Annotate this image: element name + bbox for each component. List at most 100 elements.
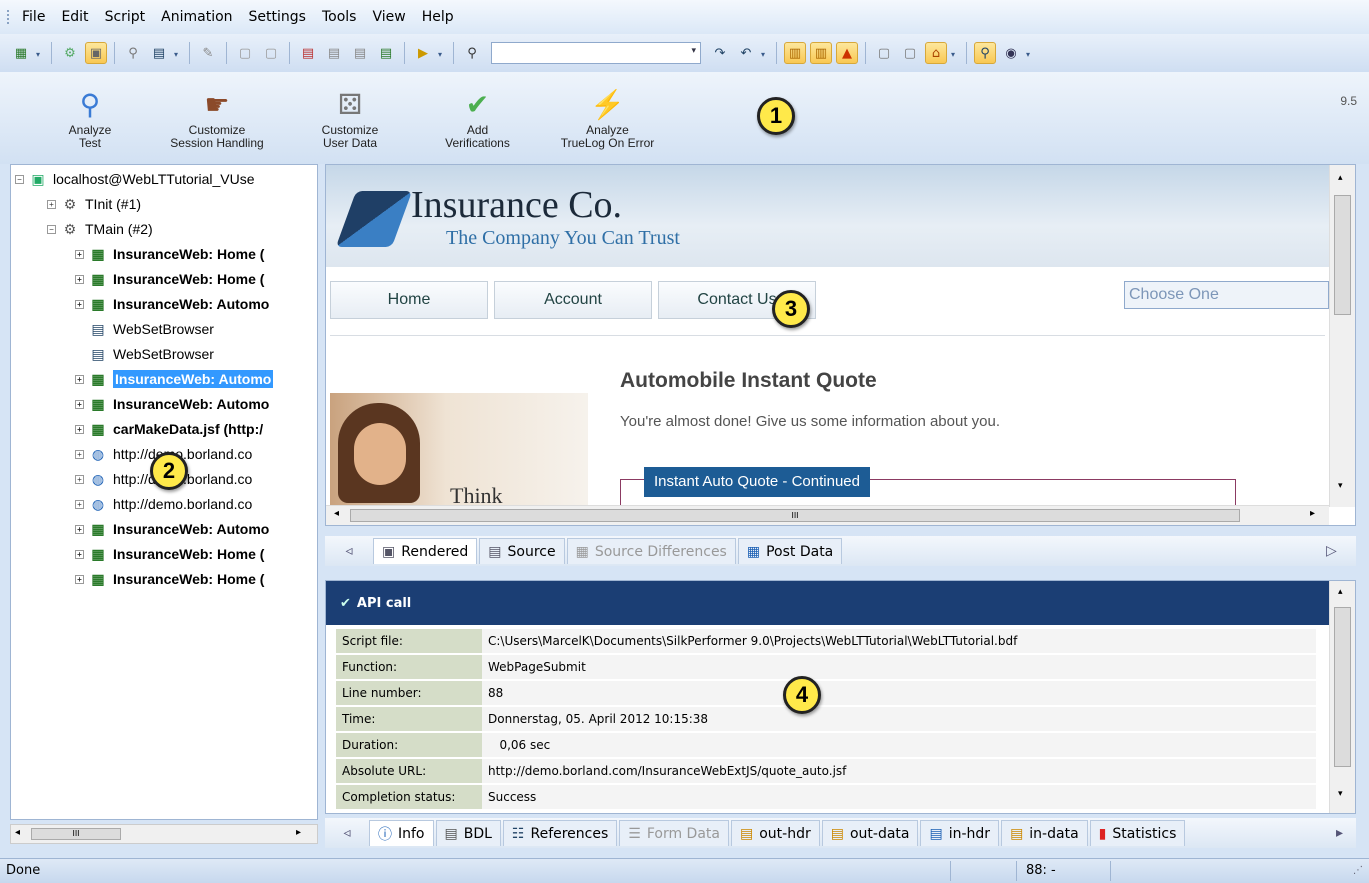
tab-form-data[interactable]: ☰ Form Data: [619, 820, 729, 846]
scroll-left-icon[interactable]: ◂: [334, 508, 339, 519]
play-icon[interactable]: ▶: [412, 42, 434, 64]
page-edit-icon[interactable]: ▢: [260, 42, 282, 64]
browser-hscroll-thumb[interactable]: III: [350, 509, 1240, 522]
tree-node[interactable]: + ▦ InsuranceWeb: Automo: [75, 292, 269, 316]
sheet2-icon[interactable]: ▤: [323, 42, 345, 64]
tab-post-data[interactable]: ▦ Post Data: [737, 538, 843, 564]
tab-source[interactable]: ▤ Source: [479, 538, 565, 564]
menu-help[interactable]: Help: [422, 9, 454, 25]
view-tree-icon[interactable]: ▥: [810, 42, 832, 64]
choose-one-select[interactable]: Choose One: [1124, 281, 1329, 309]
dropdown-arrow-icon[interactable]: ▾: [1026, 47, 1034, 59]
users-icon[interactable]: ⚙: [59, 42, 81, 64]
monitor-icon[interactable]: ▤: [148, 42, 170, 64]
record-icon[interactable]: ▣: [85, 42, 107, 64]
tab-scroll-left-icon[interactable]: ◃: [325, 543, 373, 559]
find-icon[interactable]: ⚲: [461, 42, 483, 64]
expand-icon[interactable]: +: [75, 399, 84, 409]
dropdown-arrow-icon[interactable]: ▾: [761, 47, 769, 59]
browser-horizontal-scrollbar[interactable]: ◂ III ▸: [326, 505, 1329, 525]
info-vscroll-thumb[interactable]: [1334, 607, 1351, 767]
scroll-up-icon[interactable]: ▴: [1338, 587, 1343, 597]
find-next-icon[interactable]: ↷: [709, 42, 731, 64]
customize-userdata-button[interactable]: ⚄ Customize User Data: [305, 84, 395, 150]
tree-node[interactable]: + ▦ InsuranceWeb: Automo: [75, 392, 269, 416]
scroll-up-icon[interactable]: ▴: [1338, 173, 1343, 183]
menu-animation[interactable]: Animation: [161, 9, 232, 25]
expand-icon[interactable]: +: [75, 299, 84, 309]
sheet-icon[interactable]: ▤: [297, 42, 319, 64]
search-combobox[interactable]: ▾: [491, 42, 701, 64]
tab-scroll-right-icon[interactable]: ▷: [1326, 543, 1356, 559]
info-vertical-scrollbar[interactable]: ▴ ▾: [1329, 581, 1355, 813]
tree-node[interactable]: + ▦ InsuranceWeb: Home (: [75, 267, 264, 291]
tab-bdl[interactable]: ▤ BDL: [435, 820, 501, 846]
dropdown-arrow-icon[interactable]: ▾: [438, 47, 446, 59]
scroll-left-icon[interactable]: ◂: [15, 827, 20, 838]
analyze-truelog-button[interactable]: ⚡ Analyze TrueLog On Error: [540, 84, 675, 150]
menu-view[interactable]: View: [372, 9, 405, 25]
customize-session-button[interactable]: ☛ Customize Session Handling: [155, 84, 279, 150]
menu-grip[interactable]: [7, 10, 10, 24]
browser-vertical-scrollbar[interactable]: ▴ ▾: [1329, 165, 1355, 507]
expand-icon[interactable]: +: [75, 474, 84, 484]
scroll-down-icon[interactable]: ▾: [1338, 481, 1343, 491]
browser-vscroll-thumb[interactable]: [1334, 195, 1351, 315]
tab-out-data[interactable]: ▤ out-data: [821, 820, 919, 846]
tree-node[interactable]: + ▦ InsuranceWeb: Home (: [75, 542, 264, 566]
expand-icon[interactable]: +: [75, 424, 84, 434]
page-icon[interactable]: ▢: [234, 42, 256, 64]
dropdown-arrow-icon[interactable]: ▾: [951, 47, 959, 59]
tree-horizontal-scrollbar[interactable]: ◂ III ▸: [10, 824, 318, 844]
tree-node[interactable]: + ▦ carMakeData.jsf (http:/: [75, 417, 263, 441]
analyze-test-button[interactable]: ⚲ Analyze Test: [50, 84, 130, 150]
menu-script[interactable]: Script: [105, 9, 146, 25]
tree-node[interactable]: ▤ WebSetBrowser: [88, 342, 214, 366]
collapse-icon[interactable]: −: [15, 174, 24, 184]
tab-scroll-left-icon[interactable]: ◃: [325, 825, 369, 841]
scroll-right-icon[interactable]: ▸: [1310, 508, 1315, 519]
tab-info[interactable]: ⓘ Info: [369, 820, 434, 846]
wand-icon[interactable]: ✎: [197, 42, 219, 64]
tab-scroll-right-icon[interactable]: ▸: [1336, 825, 1356, 841]
tab-in-data[interactable]: ▤ in-data: [1001, 820, 1088, 846]
tab-rendered[interactable]: ▣ Rendered: [373, 538, 478, 564]
expand-icon[interactable]: +: [75, 249, 84, 259]
tab-references[interactable]: ☷ References: [502, 820, 618, 846]
dropdown-arrow-icon[interactable]: ▾: [36, 47, 44, 59]
nav-home[interactable]: Home: [330, 281, 488, 319]
tree-node-selected[interactable]: + ▦ InsuranceWeb: Automo: [75, 367, 274, 391]
menu-file[interactable]: File: [22, 9, 45, 25]
expand-icon[interactable]: +: [75, 449, 84, 459]
search-icon[interactable]: ⚲: [974, 42, 996, 64]
sheet4-icon[interactable]: ▤: [375, 42, 397, 64]
view-warn-icon[interactable]: ▲: [836, 42, 858, 64]
dropdown-arrow-icon[interactable]: ▾: [174, 47, 182, 59]
view-log-icon[interactable]: ▥: [784, 42, 806, 64]
doc-search-icon[interactable]: ▢: [873, 42, 895, 64]
tree-scroll-thumb[interactable]: III: [31, 828, 121, 840]
binoculars-icon[interactable]: ⚲: [122, 42, 144, 64]
tree-node[interactable]: + ▦ InsuranceWeb: Home (: [75, 567, 264, 591]
expand-icon[interactable]: +: [47, 199, 56, 209]
tree-node[interactable]: + ▦ InsuranceWeb: Automo: [75, 517, 269, 541]
tab-in-hdr[interactable]: ▤ in-hdr: [920, 820, 1000, 846]
tab-statistics[interactable]: ▮ Statistics: [1089, 820, 1186, 846]
scroll-right-icon[interactable]: ▸: [296, 827, 301, 838]
new-project-icon[interactable]: ▦: [10, 42, 32, 64]
expand-icon[interactable]: +: [75, 574, 84, 584]
tree-node[interactable]: ▤ WebSetBrowser: [88, 317, 214, 341]
nav-account[interactable]: Account: [494, 281, 652, 319]
chevron-down-icon[interactable]: ▾: [691, 46, 696, 56]
expand-icon[interactable]: +: [75, 549, 84, 559]
tree-node[interactable]: + ◍ http://demo.borland.co: [75, 492, 252, 516]
expand-icon[interactable]: +: [75, 274, 84, 284]
tab-out-hdr[interactable]: ▤ out-hdr: [731, 820, 820, 846]
expand-icon[interactable]: +: [75, 524, 84, 534]
tree-node-tmain[interactable]: − ⚙ TMain (#2): [47, 217, 153, 241]
collapse-icon[interactable]: −: [47, 224, 56, 234]
add-verifications-button[interactable]: ✔ Add Verifications: [430, 84, 525, 150]
menu-edit[interactable]: Edit: [61, 9, 88, 25]
doc-search2-icon[interactable]: ▢: [899, 42, 921, 64]
scroll-down-icon[interactable]: ▾: [1338, 789, 1343, 799]
